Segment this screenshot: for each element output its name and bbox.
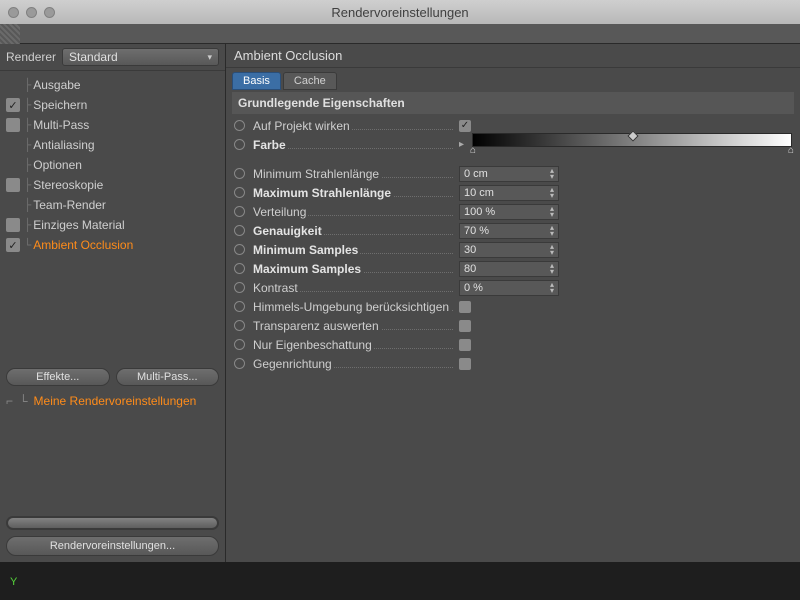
tree-checkbox[interactable] xyxy=(6,118,20,132)
anim-dot-icon[interactable] xyxy=(234,168,245,179)
anim-dot-icon[interactable] xyxy=(234,339,245,350)
tree-item-label: Optionen xyxy=(33,158,82,172)
gradient-marker-icon[interactable]: ⌂ xyxy=(470,145,476,156)
anim-dot-icon[interactable] xyxy=(234,206,245,217)
prop-spread-label: Verteilung xyxy=(253,205,453,219)
tree-item-label: Ambient Occlusion xyxy=(33,238,133,252)
tab-cache[interactable]: Cache xyxy=(283,72,337,90)
tree-item-label: Team-Render xyxy=(33,198,106,212)
prop-contrast-label: Kontrast xyxy=(253,281,453,295)
anim-dot-icon[interactable] xyxy=(234,187,245,198)
sidebar-item[interactable]: ├Multi-Pass xyxy=(0,115,225,135)
toolbar xyxy=(0,24,800,44)
chevron-down-icon: ▾ xyxy=(207,52,212,63)
tree-item-label: Stereoskopie xyxy=(33,178,103,192)
prop-maxsamp-label: Maximum Samples xyxy=(253,262,453,276)
content-panel: Ambient Occlusion Basis Cache Grundlegen… xyxy=(226,44,800,562)
tree-item-label: Ausgabe xyxy=(33,78,80,92)
corner-branch: └ xyxy=(19,394,28,408)
renderer-value: Standard xyxy=(69,50,118,64)
tree-checkbox[interactable] xyxy=(6,178,20,192)
tree-branch-icon: ├ xyxy=(24,138,31,152)
prop-accuracy-label: Genauigkeit xyxy=(253,224,453,238)
sidebar-item[interactable]: ✓ ├Speichern xyxy=(0,95,225,115)
maxsamp-field[interactable]: 80▴▾ xyxy=(459,261,559,277)
render-tree: ├Ausgabe✓├Speichern├Multi-Pass├Antialias… xyxy=(0,71,225,259)
anim-dot-icon[interactable] xyxy=(234,225,245,236)
tree-branch-icon: ├ xyxy=(24,178,31,192)
tree-checkbox[interactable]: ✓ xyxy=(6,98,20,112)
tree-branch-icon: ├ xyxy=(24,158,31,172)
renderer-label: Renderer xyxy=(6,50,56,64)
multipass-button[interactable]: Multi-Pass... xyxy=(116,368,220,386)
prop-reverse-label: Gegenrichtung xyxy=(253,357,453,371)
sidebar: Renderer Standard ▾ ├Ausgabe✓├Speichern├… xyxy=(0,44,226,562)
prop-minray-label: Minimum Strahlenlänge xyxy=(253,167,453,181)
prop-apply-label: Auf Projekt wirken xyxy=(253,119,453,133)
tree-branch-icon: ├ xyxy=(24,198,31,212)
sidebar-item[interactable]: ├Einziges Material xyxy=(0,215,225,235)
accuracy-field[interactable]: 70 %▴▾ xyxy=(459,223,559,239)
tree-branch-icon: ├ xyxy=(24,98,31,112)
color-gradient[interactable] xyxy=(472,133,792,147)
maxray-field[interactable]: 10 cm▴▾ xyxy=(459,185,559,201)
anim-dot-icon[interactable] xyxy=(234,120,245,131)
minsamp-field[interactable]: 30▴▾ xyxy=(459,242,559,258)
prop-trans-label: Transparenz auswerten xyxy=(253,319,453,333)
spread-field[interactable]: 100 %▴▾ xyxy=(459,204,559,220)
tab-basis[interactable]: Basis xyxy=(232,72,281,90)
prop-selfshadow-label: Nur Eigenbeschattung xyxy=(253,338,453,352)
tree-item-label: Speichern xyxy=(33,98,87,112)
anim-dot-icon[interactable] xyxy=(234,320,245,331)
render-settings-button[interactable]: Rendervoreinstellungen... xyxy=(6,536,219,556)
tree-branch-icon: ├ xyxy=(24,218,31,232)
renderer-dropdown[interactable]: Standard ▾ xyxy=(62,48,219,66)
trans-checkbox[interactable] xyxy=(459,320,471,332)
contrast-field[interactable]: 0 %▴▾ xyxy=(459,280,559,296)
anim-dot-icon[interactable] xyxy=(234,139,245,150)
minray-field[interactable]: 0 cm▴▾ xyxy=(459,166,559,182)
anim-dot-icon[interactable] xyxy=(234,263,245,274)
section-header: Grundlegende Eigenschaften xyxy=(232,92,794,114)
anim-dot-icon[interactable] xyxy=(234,301,245,312)
selfshadow-checkbox[interactable] xyxy=(459,339,471,351)
preset-label: Meine Rendervoreinstellungen xyxy=(34,394,197,408)
expand-icon: ⌐ xyxy=(6,394,13,408)
sidebar-item[interactable]: ├Antialiasing xyxy=(0,135,225,155)
tree-branch-icon: └ xyxy=(24,238,31,252)
anim-dot-icon[interactable] xyxy=(234,244,245,255)
axis-indicator: Y xyxy=(10,576,17,588)
preset-row[interactable]: ⌐ └ Meine Rendervoreinstellungen xyxy=(0,390,225,412)
panel-title: Ambient Occlusion xyxy=(226,44,800,68)
expand-arrow-icon[interactable]: ▸ xyxy=(459,139,464,150)
tree-checkbox[interactable] xyxy=(6,218,20,232)
sidebar-item[interactable]: ├Stereoskopie xyxy=(0,175,225,195)
prop-maxray-label: Maximum Strahlenlänge xyxy=(253,186,453,200)
effects-button[interactable]: Effekte... xyxy=(6,368,110,386)
anim-dot-icon[interactable] xyxy=(234,358,245,369)
tree-item-label: Multi-Pass xyxy=(33,118,89,132)
tree-branch-icon: ├ xyxy=(24,78,31,92)
drag-handle-icon[interactable] xyxy=(0,24,20,44)
prop-sky-label: Himmels-Umgebung berücksichtigen xyxy=(253,300,453,314)
sidebar-item[interactable]: ├Team-Render xyxy=(0,195,225,215)
anim-dot-icon[interactable] xyxy=(234,282,245,293)
prop-color-label: Farbe xyxy=(253,138,453,152)
sidebar-item[interactable]: ✓ └Ambient Occlusion xyxy=(0,235,225,255)
sidebar-item[interactable]: ├Ausgabe xyxy=(0,75,225,95)
reverse-checkbox[interactable] xyxy=(459,358,471,370)
tree-branch-icon: ├ xyxy=(24,118,31,132)
sky-checkbox[interactable] xyxy=(459,301,471,313)
titlebar: Rendervoreinstellungen xyxy=(0,0,800,24)
window-title: Rendervoreinstellungen xyxy=(0,5,800,20)
gradient-marker-icon[interactable]: ⌂ xyxy=(788,145,794,156)
viewport-footer: Y xyxy=(0,562,800,600)
horizontal-scrollbar[interactable] xyxy=(6,516,219,530)
apply-checkbox[interactable]: ✓ xyxy=(459,120,471,132)
sidebar-item[interactable]: ├Optionen xyxy=(0,155,225,175)
tree-item-label: Einziges Material xyxy=(33,218,124,232)
prop-minsamp-label: Minimum Samples xyxy=(253,243,453,257)
tree-item-label: Antialiasing xyxy=(33,138,94,152)
tree-checkbox[interactable]: ✓ xyxy=(6,238,20,252)
